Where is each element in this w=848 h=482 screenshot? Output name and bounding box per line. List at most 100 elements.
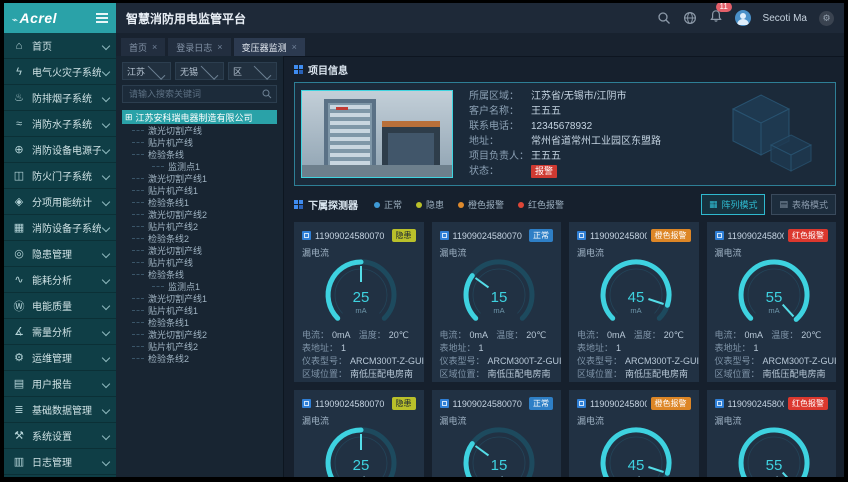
settings-gear-icon[interactable]: ⚙ [819,11,834,26]
tree-item[interactable]: 检验条线 [122,148,277,160]
status-legend: 正常隐患橙色报警红色报警 [374,198,701,211]
temperature-stat: 温度：20℃ [496,329,553,342]
tree-item[interactable]: 监测点1 [122,280,277,292]
sidebar-item-ops-mgmt[interactable]: ⚙运维管理 [4,345,116,371]
tree-connector [132,214,144,215]
detector-card[interactable]: 11909024580070隐患漏电流25mA电流：0mA温度：20℃表地址：1… [294,390,424,477]
tree-item[interactable]: 检验条线1 [122,316,277,328]
tree-item[interactable]: 激光切割产线 [122,124,277,136]
user-avatar[interactable] [735,10,751,26]
sidebar-item-hazard-mgmt[interactable]: ◎隐患管理 [4,241,116,267]
tab-close-icon[interactable]: × [292,42,297,52]
sidebar-item-fire-power[interactable]: ⊕消防设备电源子系统 [4,137,116,163]
tree-item[interactable]: 贴片机产线1 [122,184,277,196]
tree-item[interactable]: 贴片机产线2 [122,220,277,232]
tree-item[interactable]: 激光切割产线1 [122,292,277,304]
tree-item-label: 贴片机产线1 [148,304,198,316]
tree-search-input[interactable] [127,88,262,100]
chevron-down-icon [102,327,110,335]
legend-item: 正常 [374,198,402,211]
sidebar-item-home[interactable]: ⌂首页 [4,33,116,59]
tab-1[interactable]: 首页 × [121,38,165,56]
city-select[interactable]: 无锡市 [175,62,224,80]
sidebar-item-fire-water[interactable]: ≈消防水子系统 [4,111,116,137]
sidebar-item-smoke-control[interactable]: ♨防排烟子系统 [4,85,116,111]
chevron-down-icon [102,223,110,231]
sidebar-item-demand-analysis[interactable]: ∡需量分析 [4,319,116,345]
tab-close-icon[interactable]: × [152,42,157,52]
grid-mode-button[interactable]: ▦ 阵列模式 [701,194,766,215]
svg-text:15: 15 [490,457,507,474]
tree-item[interactable]: 贴片机产线1 [122,304,277,316]
tree-item[interactable]: 监测点1 [122,160,277,172]
chevron-down-icon [102,145,110,153]
username-label[interactable]: Secoti Ma [763,13,807,24]
gauge-wrap: 45mA [577,257,691,332]
tree-connector [132,190,144,191]
sidebar-item-fire-device[interactable]: ▦消防设备子系统 [4,215,116,241]
tree-item[interactable]: 检验条线1 [122,196,277,208]
detector-card[interactable]: 11909024580070正常漏电流15mA电流：0mA温度：20℃表地址：1… [432,390,562,477]
energy-stat-icon: ◈ [11,195,27,208]
detector-card[interactable]: 11909024580070橙色报警漏电流45mA电流：0mA温度：20℃表地址… [569,222,699,382]
tree-item[interactable]: 贴片机产线2 [122,340,277,352]
field-label: 项目负责人： [469,149,531,164]
view-mode-buttons: ▦ 阵列模式 ▤ 表格模式 [701,194,836,215]
tree-item-label: 监测点1 [168,280,200,292]
sidebar-item-log-mgmt[interactable]: ▥日志管理 [4,449,116,475]
fullscreen-icon[interactable] [683,11,697,25]
detector-card[interactable]: 11909024580070红色报警漏电流55mA电流：0mA温度：20℃表地址… [707,222,837,382]
province-select[interactable]: 江苏省 [122,62,171,80]
tree-item[interactable]: 贴片机产线 [122,136,277,148]
gauge-wrap: 15mA [440,257,554,332]
tab-close-icon[interactable]: × [217,42,222,52]
stat-row: 仪表型号：ARCM300T-Z-GUIM [577,355,691,368]
project-info-header: 项目信息 [294,62,836,77]
sidebar-item-power-quality[interactable]: Ⓦ电能质量 [4,293,116,319]
base-data-icon: ≣ [11,403,27,416]
notifications-button[interactable]: 11 [709,9,723,28]
user-report-icon: ▤ [11,377,27,390]
sidebar-item-base-data[interactable]: ≣基础数据管理 [4,397,116,423]
tree-item-label: 激光切割产线1 [148,172,207,184]
tree-item[interactable]: 激光切割产线 [122,244,277,256]
detector-card[interactable]: 11909024580070橙色报警漏电流45mA电流：0mA温度：20℃表地址… [569,390,699,477]
tab-label: 首页 [129,41,147,54]
sidebar-item-user-report[interactable]: ▤用户报告 [4,371,116,397]
table-mode-label: 表格模式 [792,198,828,211]
district-select[interactable]: 区 [228,62,277,80]
sidebar-item-label: 防排烟子系统 [32,90,101,105]
hamburger-menu-icon[interactable] [96,11,108,25]
tree-item[interactable]: 检验条线 [122,268,277,280]
detector-card[interactable]: 11909024580070红色报警漏电流55mA电流：0mA温度：20℃表地址… [707,390,837,477]
sidebar-item-electric-fire[interactable]: ϟ电气火灾子系统 [4,59,116,85]
detector-card[interactable]: 11909024580070正常漏电流15mA电流：0mA温度：20℃表地址：1… [432,222,562,382]
tree-root-node[interactable]: ⊞ 江苏安科瑞电器制造有限公司 [122,110,277,124]
stat-label: 表地址： [440,342,476,355]
tree-item[interactable]: 激光切割产线2 [122,328,277,340]
tree-item[interactable]: 检验条线2 [122,352,277,364]
detector-card[interactable]: 11909024580070隐患漏电流25mA电流：0mA温度：20℃表地址：1… [294,222,424,382]
sidebar-item-system-settings[interactable]: ⚒系统设置 [4,423,116,449]
chevron-down-icon [201,62,219,80]
search-icon[interactable] [657,11,671,25]
sidebar-item-fire-door[interactable]: ◫防火门子系统 [4,163,116,189]
sidebar-item-label: 能耗分析 [32,272,101,287]
tree-item[interactable]: 贴片机产线 [122,256,277,268]
gauge-wrap: 55mA [715,257,829,332]
tab-2[interactable]: 登录日志× [168,38,230,56]
tree-item[interactable]: 激光切割产线1 [122,172,277,184]
legend-label: 隐患 [426,198,444,211]
tree-item[interactable]: 激光切割产线2 [122,208,277,220]
tab-3[interactable]: 变压器监测 × [234,38,305,56]
app-window: Acrel ⌂首页ϟ电气火灾子系统♨防排烟子系统≈消防水子系统⊕消防设备电源子系… [4,3,844,477]
grid-mode-label: 阵列模式 [721,198,757,211]
leakage-gauge: 55mA [715,425,833,477]
chevron-down-icon [102,405,110,413]
tab-label: 变压器监测 [242,41,287,54]
search-icon[interactable] [262,89,272,99]
tree-item[interactable]: 检验条线2 [122,232,277,244]
sidebar-item-energy-analysis[interactable]: ∿能耗分析 [4,267,116,293]
table-mode-button[interactable]: ▤ 表格模式 [771,194,836,215]
sidebar-item-energy-stat[interactable]: ◈分项用能统计 [4,189,116,215]
